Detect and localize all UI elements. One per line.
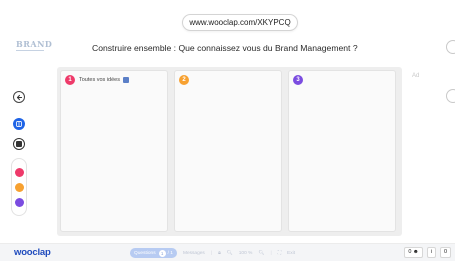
board-column[interactable]: 3 [288,70,396,232]
event-logo: BRAND [16,40,52,58]
logo-text: BRAND [16,39,53,49]
column-header: 3 [293,75,307,85]
column-title[interactable]: Toutes vos idées [79,77,120,83]
fullscreen-icon[interactable]: ⛶ [278,250,281,256]
color-red-dot[interactable] [15,168,24,177]
board-icon [16,121,22,127]
messages-tab[interactable]: Messages [183,251,205,256]
question-title: Construire ensemble : Que connaissez vou… [92,43,358,53]
people-icon: ☻ [412,249,419,255]
layout-button[interactable] [13,118,25,130]
stop-icon [16,141,22,147]
column-number-badge: 2 [179,75,189,85]
presentation-controls: Questions 1 / 1 Messages | 🔒︎ 🔍︎ 100 % 🔍… [130,248,301,258]
questions-label: Questions [134,250,156,256]
brainstorm-board: 1 Toutes vos idées 2 3 [57,67,402,236]
column-number-badge: 1 [65,75,75,85]
board-column[interactable]: 2 [174,70,282,232]
exit-button[interactable]: Exit [287,251,295,256]
zoom-in-icon[interactable]: 🔍︎ [258,251,264,256]
zoom-level: 100 % [238,250,253,256]
column-header: 1 Toutes vos idées [65,75,129,85]
info-button[interactable]: i [426,247,436,258]
color-picker [11,158,27,216]
edit-icon[interactable] [122,77,129,83]
add-column-button[interactable]: Ad [412,73,419,79]
extra-counter[interactable]: 0 [439,247,451,258]
separator: | [210,250,213,256]
color-purple-dot[interactable] [15,198,24,207]
back-button[interactable] [13,91,25,103]
wooclap-logo: wooclap [14,247,51,258]
bottom-bar: wooclap Questions 1 / 1 Messages | 🔒︎ 🔍︎… [0,243,455,261]
column-header: 2 [179,75,193,85]
participants-counter[interactable]: 0 ☻ [404,247,423,258]
stop-button[interactable] [13,138,25,150]
participants-count: 0 [408,249,412,255]
questions-tab[interactable]: Questions 1 / 1 [130,248,177,258]
questions-count: 1 [158,249,166,257]
lock-icon[interactable]: 🔒︎ [218,250,221,256]
logo-underline [16,50,44,53]
questions-total: / 1 [167,250,173,256]
separator: | [270,250,272,256]
right-panel-toggle-bottom[interactable] [446,89,455,103]
arrow-left-icon [16,94,22,100]
zoom-out-icon[interactable]: 🔍︎ [227,251,233,256]
footer-right: 0 ☻ i 0 [400,247,451,258]
board-column[interactable]: 1 Toutes vos idées [60,70,168,232]
color-orange-dot[interactable] [15,183,24,192]
right-panel-toggle-top[interactable] [446,40,455,54]
url-bar[interactable]: www.wooclap.com/XKYPCQ [182,14,298,31]
column-number-badge: 3 [293,75,303,85]
